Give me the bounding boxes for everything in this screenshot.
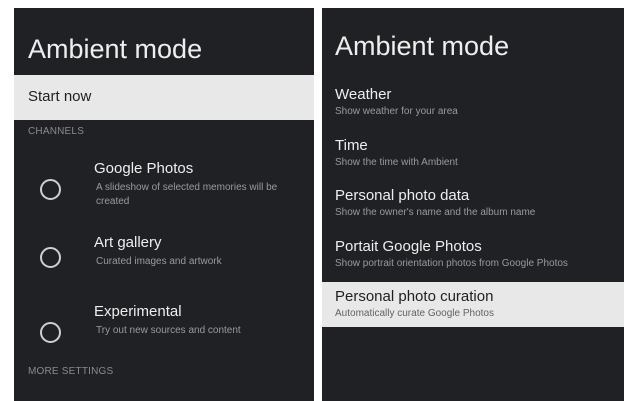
channel-description: Try out new sources and content (96, 325, 241, 336)
channel-title: Art gallery (94, 234, 162, 251)
ambient-mode-settings-panel: Ambient mode Weather Show weather for yo… (322, 8, 624, 401)
start-now-label: Start now (28, 88, 92, 105)
channels-section-header: CHANNELS (28, 126, 85, 137)
channel-item-experimental[interactable]: Experimental Try out new sources and con… (14, 300, 314, 360)
setting-item-personal-photo-curation[interactable]: Personal photo curation Automatically cu… (322, 282, 624, 327)
setting-item-time[interactable]: Time Show the time with Ambient (322, 135, 624, 179)
start-now-button[interactable]: Start now (14, 75, 314, 120)
setting-item-weather[interactable]: Weather Show weather for your area (322, 84, 624, 128)
setting-title: Portait Google Photos (335, 238, 482, 255)
setting-item-portrait-google-photos[interactable]: Portait Google Photos Show portrait orie… (322, 236, 624, 280)
setting-title: Personal photo curation (335, 288, 494, 305)
radio-button-icon[interactable] (40, 247, 61, 268)
setting-description: Automatically curate Google Photos (335, 308, 494, 319)
setting-title: Time (335, 137, 368, 154)
channel-item-google-photos[interactable]: Google Photos A slideshow of selected me… (14, 158, 314, 218)
channel-title: Google Photos (94, 160, 194, 177)
setting-description: Show the time with Ambient (335, 157, 458, 168)
ambient-mode-menu-panel: Ambient mode Start now CHANNELS Google P… (14, 8, 314, 401)
setting-item-personal-photo-data[interactable]: Personal photo data Show the owner's nam… (322, 185, 624, 229)
radio-button-icon[interactable] (40, 322, 61, 343)
more-settings-section-header: MORE SETTINGS (28, 366, 114, 377)
channel-title: Experimental (94, 303, 182, 320)
setting-description: Show the owner's name and the album name (335, 207, 536, 218)
channel-item-art-gallery[interactable]: Art gallery Curated images and artwork (14, 233, 314, 293)
radio-button-icon[interactable] (40, 179, 61, 200)
page-title: Ambient mode (28, 34, 203, 64)
setting-title: Personal photo data (335, 187, 470, 204)
setting-title: Weather (335, 86, 392, 103)
channel-description: Curated images and artwork (96, 256, 222, 267)
setting-description: Show weather for your area (335, 106, 458, 117)
setting-description: Show portrait orientation photos from Go… (335, 258, 568, 269)
channel-description: A slideshow of selected memories will be… (96, 182, 278, 207)
page-title: Ambient mode (335, 31, 510, 61)
